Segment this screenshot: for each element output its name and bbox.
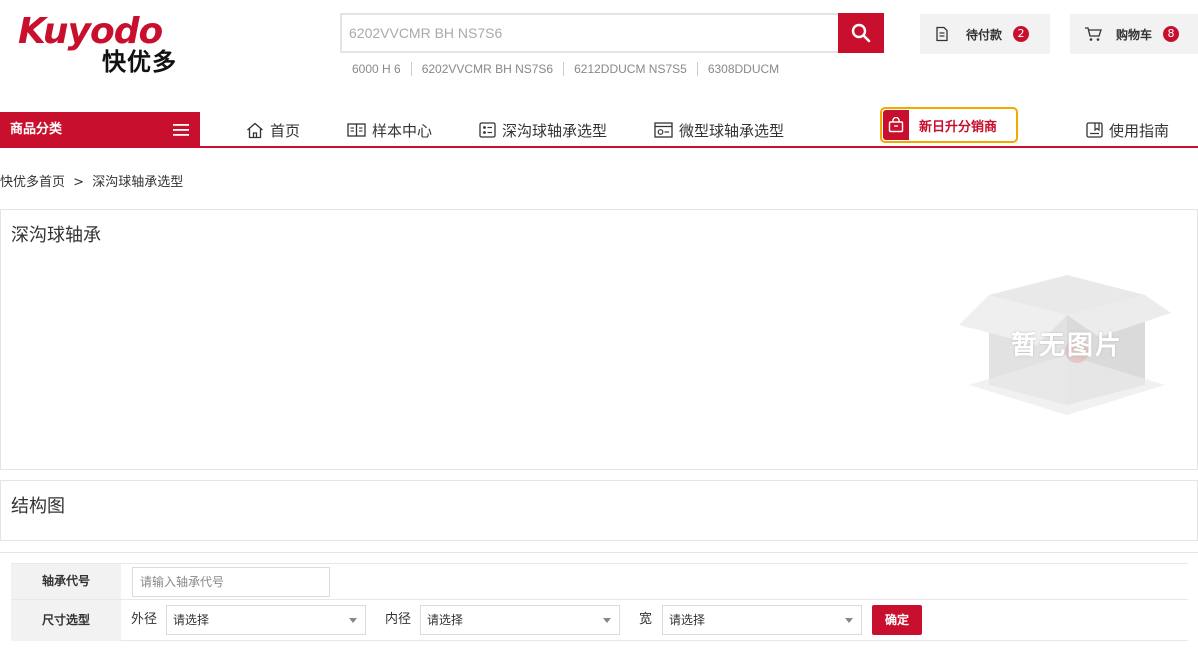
width-select-value: 请选择 <box>669 613 706 627</box>
inner-diameter-select[interactable]: 请选择 <box>420 605 620 635</box>
nav-item-miniature[interactable]: 微型球轴承选型 <box>654 112 784 148</box>
cart-count-badge: 8 <box>1163 26 1180 42</box>
grid-icon <box>479 122 496 138</box>
bag-icon <box>888 117 904 133</box>
chevron-down-icon <box>349 618 357 623</box>
promo-distributor-button[interactable]: 新日升分销商 <box>880 107 1018 143</box>
search-icon <box>851 23 871 43</box>
nav-item-guide[interactable]: 使用指南 <box>1086 112 1169 148</box>
size-label: 尺寸选型 <box>11 600 121 641</box>
bearing-code-input[interactable] <box>132 567 330 597</box>
search-button[interactable] <box>838 13 884 53</box>
nav-item-home[interactable]: 首页 <box>246 112 300 148</box>
promo-tag <box>883 110 909 140</box>
breadcrumb-separator: > <box>73 175 85 190</box>
outer-diameter-select[interactable]: 请选择 <box>166 605 366 635</box>
cart-button[interactable]: 购物车 8 <box>1070 14 1198 54</box>
pending-payment-button[interactable]: 待付款 2 <box>920 14 1050 54</box>
breadcrumb-home-link[interactable]: 快优多首页 <box>0 175 65 190</box>
home-icon <box>247 122 263 138</box>
logo-text-en: Kuyodo <box>18 11 163 52</box>
selection-form: 轴承代号 尺寸选型 外径 请选择 内径 请选择 宽 请选择 确定 <box>0 552 1198 650</box>
document-icon <box>936 26 948 42</box>
menu-icon <box>173 124 189 136</box>
nav-item-deep-groove[interactable]: 深沟球轴承选型 <box>479 112 607 148</box>
promo-label: 新日升分销商 <box>919 119 998 135</box>
logo-text-cn: 快优多 <box>102 48 177 76</box>
category-label: 商品分类 <box>10 122 63 137</box>
form-row-size: 尺寸选型 外径 请选择 内径 请选择 宽 请选择 确定 <box>11 599 1188 641</box>
form-row-code: 轴承代号 <box>11 563 1188 599</box>
window-icon <box>654 122 673 138</box>
page: Kuyodo 快优多 6000 H 6 6202VVCMR BH NS7S6 6… <box>0 0 1198 650</box>
inner-diameter-label: 内径 <box>385 612 412 627</box>
code-label: 轴承代号 <box>11 564 121 599</box>
guide-icon <box>1086 122 1103 138</box>
search-input[interactable] <box>342 15 838 51</box>
search-box <box>340 13 884 53</box>
chevron-down-icon <box>603 618 611 623</box>
main-nav: 商品分类 首页 样本中心 深沟球轴承选型 微型球轴承选型 新日升分销商 使用指南 <box>0 107 1198 148</box>
nav-guide-label: 使用指南 <box>1109 121 1170 140</box>
structure-panel: 结构图 <box>0 480 1198 541</box>
hot-word-link[interactable]: 6212DDUCM NS7S5 <box>563 62 697 76</box>
outer-diameter-label: 外径 <box>131 612 158 627</box>
width-select[interactable]: 请选择 <box>662 605 862 635</box>
product-panel: 深沟球轴承 暂无图片 <box>0 209 1198 470</box>
hot-word-link[interactable]: 6308DDUCM <box>696 62 789 76</box>
no-image-text: 暂无图片 <box>1011 331 1124 361</box>
book-icon <box>347 123 366 137</box>
hot-word-link[interactable]: 6202VVCMR BH NS7S6 <box>410 62 563 76</box>
cart-icon <box>1085 27 1102 41</box>
chevron-down-icon <box>845 618 853 623</box>
nav-deep-groove-label: 深沟球轴承选型 <box>502 121 608 140</box>
product-panel-title: 深沟球轴承 <box>11 225 101 246</box>
confirm-button[interactable]: 确定 <box>872 605 922 635</box>
width-label: 宽 <box>639 612 653 627</box>
outer-select-value: 请选择 <box>173 613 210 627</box>
nav-item-sample-center[interactable]: 样本中心 <box>347 112 432 148</box>
cart-label: 购物车 <box>1116 27 1153 42</box>
logo[interactable]: Kuyodo 快优多 <box>18 14 188 78</box>
breadcrumb: 快优多首页 > 深沟球轴承选型 <box>0 171 183 190</box>
inner-select-value: 请选择 <box>427 613 464 627</box>
category-menu-button[interactable]: 商品分类 <box>0 112 200 148</box>
hot-search-words: 6000 H 6 6202VVCMR BH NS7S6 6212DDUCM NS… <box>342 62 789 76</box>
nav-miniature-label: 微型球轴承选型 <box>679 121 785 140</box>
nav-home-label: 首页 <box>270 121 301 140</box>
nav-sample-label: 样本中心 <box>372 121 433 140</box>
no-image-placeholder: 暂无图片 <box>959 265 1175 415</box>
hot-word-link[interactable]: 6000 H 6 <box>342 62 411 76</box>
pending-payment-label: 待付款 <box>966 27 1003 42</box>
structure-panel-title: 结构图 <box>11 496 65 517</box>
breadcrumb-current: 深沟球轴承选型 <box>92 175 184 190</box>
pending-count-badge: 2 <box>1013 26 1030 42</box>
